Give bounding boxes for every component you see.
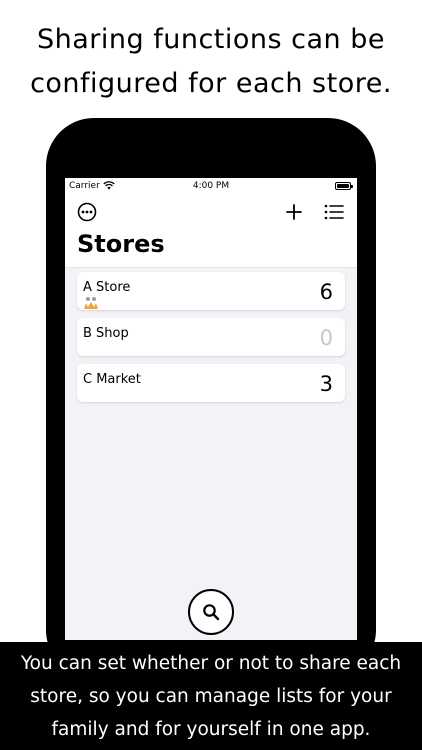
store-row-a-store[interactable]: A Store 6 bbox=[77, 272, 345, 310]
caption-line-1: You can set whether or not to share each bbox=[20, 653, 402, 674]
store-list: A Store 6 B Shop 0 C Market 3 bbox=[77, 272, 345, 410]
more-options-icon[interactable] bbox=[77, 202, 97, 222]
status-time: 4:00 PM bbox=[192, 181, 230, 191]
headline: Sharing functions can be configured for … bbox=[0, 18, 422, 106]
navigation-bar: Stores bbox=[65, 194, 357, 268]
headline-line-1: Sharing functions can be bbox=[36, 24, 385, 55]
store-name: C Market bbox=[83, 372, 141, 387]
page-title: Stores bbox=[77, 230, 165, 258]
list-icon[interactable] bbox=[323, 202, 345, 222]
store-item-count: 6 bbox=[319, 280, 333, 304]
store-item-count: 3 bbox=[319, 372, 333, 396]
caption-line-2: store, so you can manage lists for your bbox=[30, 686, 392, 707]
app-screen: Carrier 4:00 PM Stores A Store 6 B Shop … bbox=[65, 178, 357, 640]
caption-line-3: family and for yourself in one app. bbox=[51, 719, 371, 740]
battery-icon bbox=[335, 182, 353, 190]
store-name: B Shop bbox=[83, 326, 129, 341]
store-row-b-shop[interactable]: B Shop 0 bbox=[77, 318, 345, 356]
headline-line-2: configured for each store. bbox=[30, 68, 392, 99]
search-button[interactable] bbox=[188, 589, 234, 635]
shared-people-icon bbox=[84, 297, 98, 309]
search-icon bbox=[203, 604, 220, 621]
add-icon[interactable] bbox=[283, 201, 305, 223]
caption-banner: You can set whether or not to share each… bbox=[0, 642, 422, 750]
store-row-c-market[interactable]: C Market 3 bbox=[77, 364, 345, 402]
status-bar: Carrier 4:00 PM bbox=[65, 178, 357, 194]
store-name: A Store bbox=[83, 280, 131, 295]
store-item-count: 0 bbox=[319, 326, 333, 350]
